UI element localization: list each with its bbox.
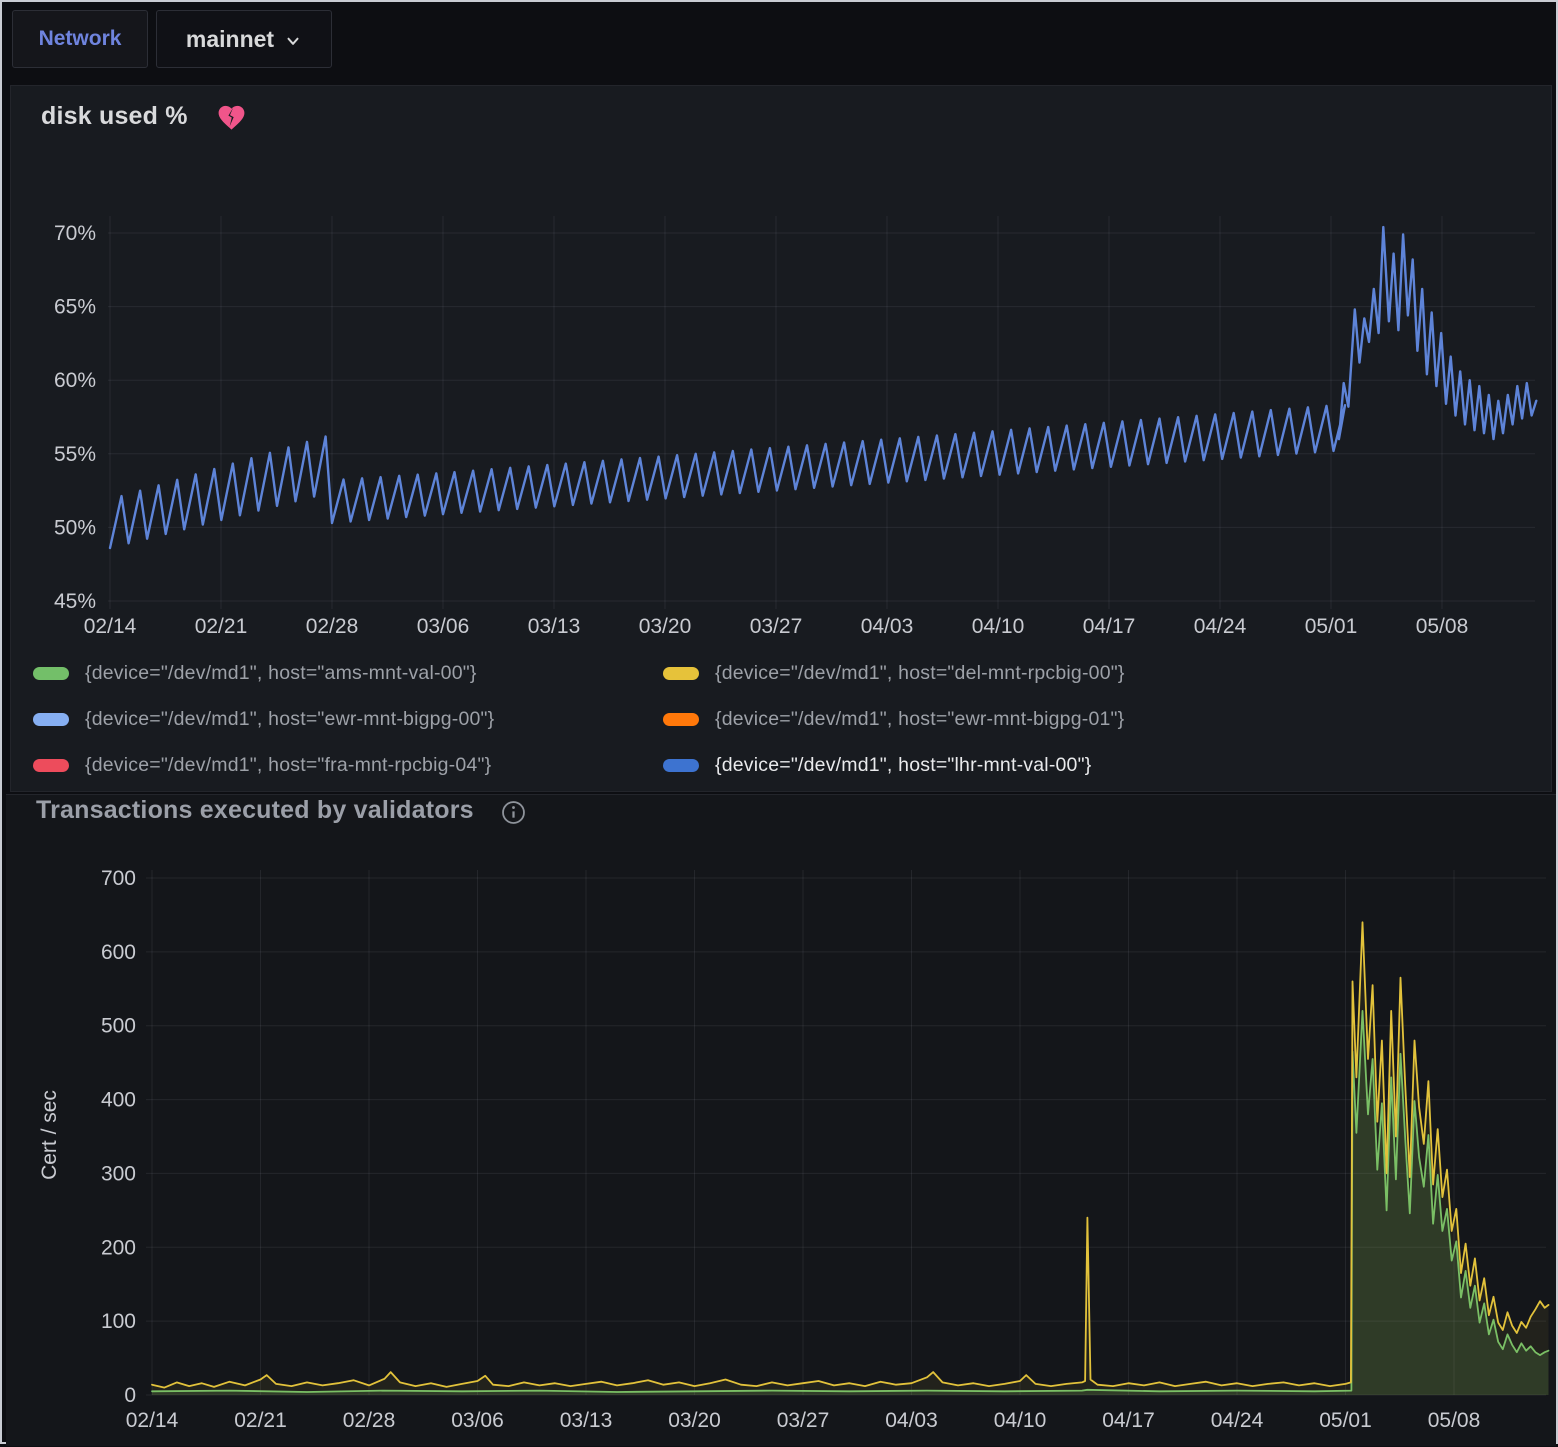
series-area [152,922,1549,1395]
x-tick-label: 04/10 [972,615,1025,638]
x-tick-label: 03/27 [777,1409,830,1432]
y-tick-label: 300 [101,1162,136,1185]
panel-header: Transactions executed by validators [36,795,527,826]
x-tick-label: 02/28 [306,615,359,638]
series-swatch [663,667,699,680]
legend-item-fra-mnt-rpcbig-04[interactable]: {device="/dev/md1", host="fra-mnt-rpcbig… [33,750,655,780]
legend-item-del-mnt-rpcbig-00[interactable]: {device="/dev/md1", host="del-mnt-rpcbig… [663,658,1541,688]
x-tick-label: 03/06 [417,615,470,638]
x-tick-label: 02/21 [234,1409,287,1432]
x-tick-label: 03/06 [451,1409,504,1432]
y-tick-label: 65% [54,296,96,319]
series-swatch [33,759,69,772]
y-tick-label: 55% [54,443,96,466]
y-tick-label: 100 [101,1310,136,1333]
x-tick-label: 04/03 [861,615,914,638]
x-tick-label: 04/24 [1211,1409,1264,1432]
chart-legend: {device="/dev/md1", host="ams-mnt-val-00… [33,658,1541,780]
transactions-chart[interactable]: 0 100 200 300 400 500 600 700 02/14 02/21 02/28 03/… [6,855,1554,1447]
legend-item-ams-mnt-val-00[interactable]: {device="/dev/md1", host="ams-mnt-val-00… [33,658,655,688]
y-tick-label: 60% [54,369,96,392]
x-tick-label: 03/13 [528,615,581,638]
x-tick-label: 05/01 [1305,615,1358,638]
series-swatch [663,713,699,726]
x-tick-label: 04/03 [885,1409,938,1432]
x-tick-label: 04/17 [1083,615,1136,638]
x-tick-label: 03/13 [560,1409,613,1432]
panel1-title[interactable]: disk used % [41,102,188,131]
panel-header: disk used % [41,100,247,133]
x-tick-label: 04/17 [1102,1409,1155,1432]
variable-network-label[interactable]: Network [12,10,148,68]
y-tick-label: 500 [101,1015,136,1038]
series-line [152,922,1549,1387]
legend-item-lhr-mnt-val-00[interactable]: {device="/dev/md1", host="lhr-mnt-val-00… [663,750,1541,780]
x-tick-label: 02/28 [343,1409,396,1432]
y-tick-label: 400 [101,1089,136,1112]
x-tick-label: 02/14 [126,1409,179,1432]
series-line [110,227,1536,548]
x-tick-label: 04/24 [1194,615,1247,638]
transactions-panel: Transactions executed by validators Cert… [6,794,1556,1446]
x-tick-label: 02/21 [195,615,248,638]
y-tick-label: 600 [101,941,136,964]
variable-network-dropdown[interactable]: mainnet [156,10,332,68]
x-tick-label: 03/20 [668,1409,721,1432]
x-tick-label: 03/27 [750,615,803,638]
series-swatch [663,759,699,772]
x-tick-label: 03/20 [639,615,692,638]
y-tick-label: 200 [101,1236,136,1259]
panel2-title[interactable]: Transactions executed by validators [36,796,474,825]
x-tick-label: 05/01 [1319,1409,1372,1432]
disk-used-panel: disk used % 45% 50% 55% 60% 65% 70% 02/14 02/21… [10,85,1552,792]
disk-used-chart[interactable]: 45% 50% 55% 60% 65% 70% 02/14 02/21 02/28 03/06 03… [11,181,1551,656]
x-tick-label: 02/14 [84,615,137,638]
y-tick-label: 45% [54,590,96,613]
chevron-down-icon [284,32,302,50]
y-tick-label: 70% [54,222,96,245]
x-tick-label: 05/08 [1428,1409,1481,1432]
series-swatch [33,667,69,680]
y-tick-label: 0 [124,1384,136,1407]
variable-toolbar: Network mainnet [2,2,1556,85]
grafana-dashboard: Network mainnet disk used % 45% 50% 55% 60%… [0,0,1558,1444]
network-value-text: mainnet [186,26,274,53]
series-swatch [33,713,69,726]
x-tick-label: 04/10 [994,1409,1047,1432]
info-icon[interactable] [500,799,527,826]
y-tick-label: 700 [101,867,136,890]
series-line [152,1011,1549,1392]
broken-heart-icon [216,102,247,133]
legend-item-ewr-mnt-bigpg-01[interactable]: {device="/dev/md1", host="ewr-mnt-bigpg-… [663,704,1541,734]
legend-item-ewr-mnt-bigpg-00[interactable]: {device="/dev/md1", host="ewr-mnt-bigpg-… [33,704,655,734]
y-tick-label: 50% [54,516,96,539]
x-tick-label: 05/08 [1416,615,1469,638]
series-area [152,1011,1549,1395]
network-label-text: Network [39,27,122,51]
